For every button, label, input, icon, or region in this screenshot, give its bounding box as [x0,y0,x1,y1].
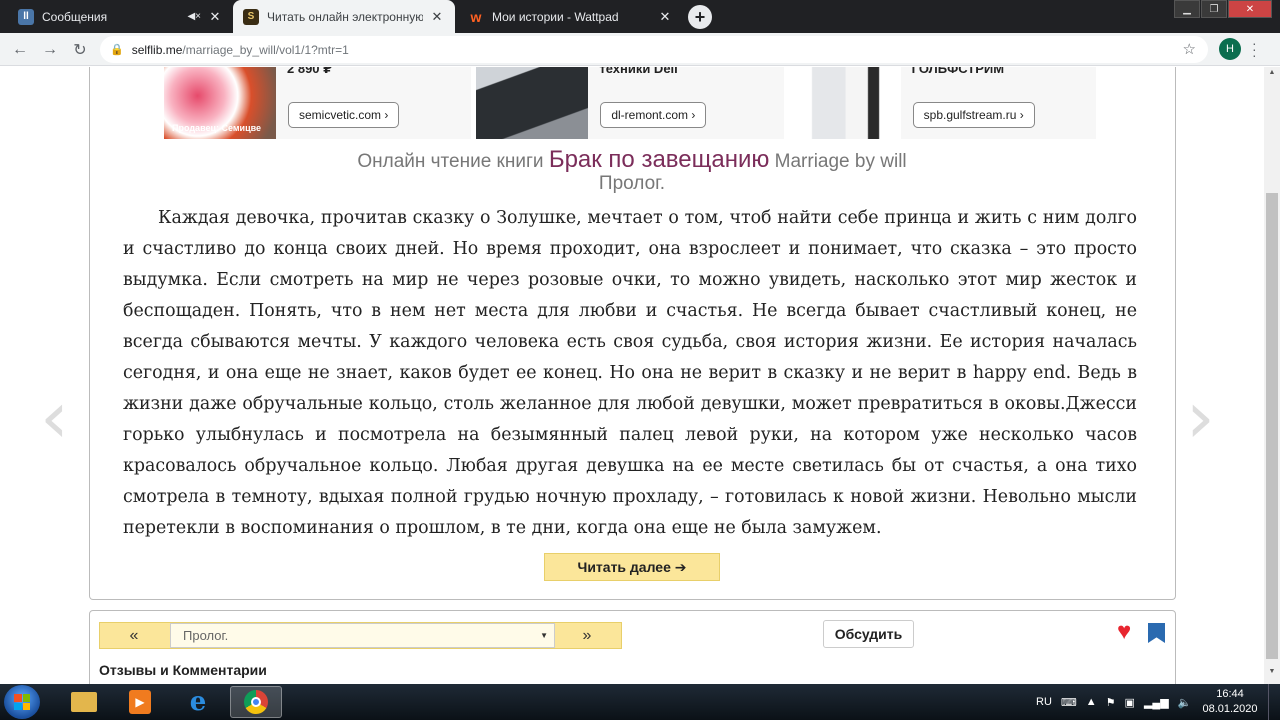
start-button[interactable] [4,685,40,719]
heart-icon[interactable]: ♥ [1117,618,1131,646]
browser-tab-strip: ll Сообщения ◀× ✕ S Читать онлайн электр… [0,0,1280,33]
tab-title: Читать онлайн электронную кн [267,9,423,24]
flag-icon[interactable]: ⚑ [1106,696,1116,709]
chrome-taskbar-item[interactable] [230,686,282,718]
book-text: Каждая девочка, прочитав сказку о Золушк… [123,208,1137,538]
ad-heading: ГОЛЬФСТРИМ [911,67,1005,76]
system-tray: RU ⌨ ▲ ⚑ ▣ ▂▄▆ 🔈 [1036,684,1200,720]
windows-taskbar: ▶ e RU ⌨ ▲ ⚑ ▣ ▂▄▆ 🔈 16:44 08.01.2020 [0,684,1280,720]
language-indicator[interactable]: RU [1036,696,1052,708]
ie-taskbar-item[interactable]: e [172,686,224,718]
page-scrollbar[interactable]: ▲ ▼ [1264,67,1280,684]
chrome-icon [244,690,268,714]
browser-toolbar: ← → ↻ 🔒 selflib.me/marriage_by_will/vol1… [0,33,1280,66]
tab-wattpad[interactable]: w Мои истории - Wattpad ✕ [458,0,683,33]
close-tab-icon[interactable]: ✕ [657,9,673,25]
tab-messages[interactable]: ll Сообщения ◀× ✕ [8,0,233,33]
expand-tray-icon[interactable]: ▲ [1086,696,1097,708]
scrollbar-thumb[interactable] [1266,193,1278,659]
prev-chapter-button[interactable]: « [100,623,168,648]
ad-image [476,67,589,139]
ad-domain-button[interactable]: semicvetic.com › [288,102,400,128]
maximize-icon[interactable]: ❐ [1201,0,1227,18]
explorer-taskbar-item[interactable] [58,686,110,718]
reload-icon[interactable]: ↻ [68,38,92,62]
vk-icon: ll [18,8,34,25]
address-bar[interactable]: 🔒 selflib.me/marriage_by_will/vol1/1?mtr… [100,36,1208,63]
reviews-heading: Отзывы и Комментарии [99,662,267,678]
scroll-down-icon[interactable]: ▼ [1264,668,1280,682]
chapter-navigation: « Пролог. ▼ » [99,622,622,649]
keyboard-icon[interactable]: ⌨ [1061,696,1077,709]
page-viewport: 2 890 ₽ semicvetic.com › Продавец: Семиц… [0,67,1264,684]
internet-explorer-icon: e [189,687,207,717]
original-title: Marriage by will [774,151,907,172]
ad-gulfstream[interactable]: ГОЛЬФСТРИМ spb.gulfstream.ru › [788,67,1096,139]
folder-icon [71,692,97,712]
ad-domain-button[interactable]: dl-remont.com › [600,102,707,128]
window-controls: ▁ ❐ ✕ [1173,0,1272,18]
tab-title: Мои истории - Wattpad [492,9,619,24]
close-window-icon[interactable]: ✕ [1228,0,1272,18]
ad-flowers[interactable]: 2 890 ₽ semicvetic.com › Продавец: Семиц… [164,67,472,139]
chapter-select-value: Пролог. [183,628,229,643]
scroll-up-icon[interactable]: ▲ [1264,69,1280,83]
chapter-title: Пролог. [598,173,666,194]
speaker-muted-icon[interactable]: ◀× [187,11,201,22]
discuss-button[interactable]: Обсудить [823,620,914,648]
close-tab-icon[interactable]: ✕ [207,9,223,25]
chevron-down-icon: ▼ [540,631,548,640]
ad-domain-button[interactable]: spb.gulfstream.ru › [912,102,1035,128]
bookmark-star-icon[interactable]: ☆ [1183,40,1196,58]
selflib-icon: S [243,8,259,25]
clock[interactable]: 16:44 08.01.2020 [1200,687,1260,717]
title-prefix: Онлайн чтение книги [357,151,544,172]
media-player-icon: ▶ [129,690,151,714]
profile-avatar[interactable]: H [1219,38,1241,60]
show-desktop-button[interactable] [1268,684,1280,720]
ad-seller: Продавец: Семицве [172,123,262,133]
tab-title: Сообщения [42,9,108,24]
prev-page-arrow-icon[interactable]: ‹ [40,375,69,459]
tab-selflib[interactable]: S Читать онлайн электронную кн ✕ [233,0,455,33]
next-page-arrow-icon[interactable]: › [1186,375,1215,459]
ad-strip: 2 890 ₽ semicvetic.com › Продавец: Семиц… [164,67,1101,139]
menu-icon[interactable]: · · · [1252,36,1257,62]
network-icon[interactable]: ▂▄▆ [1144,696,1169,709]
clock-date: 08.01.2020 [1202,703,1258,715]
ad-image [788,67,901,139]
new-tab-button[interactable]: + [688,5,712,29]
ad-heading: 2 890 ₽ [287,67,333,76]
forward-icon[interactable]: → [38,38,62,62]
next-chapter-button[interactable]: » [553,623,621,648]
book-title: Брак по завещанию [548,146,770,173]
back-icon[interactable]: ← [8,38,32,62]
url-host: selflib.me [131,42,183,57]
wattpad-icon: w [470,8,482,25]
clock-time: 16:44 [1216,688,1244,700]
device-icon[interactable]: ▣ [1125,696,1135,709]
ad-heading: техники Dell [599,67,678,76]
media-player-taskbar-item[interactable]: ▶ [114,686,166,718]
read-more-button[interactable]: Читать далее ➔ [544,553,720,581]
ad-dell[interactable]: техники Dell dl-remont.com › [476,67,784,139]
url-path: /marriage_by_will/vol1/1?mtr=1 [182,42,349,57]
book-title-line: Онлайн чтение книги Брак по завещанию Ma… [0,146,1264,174]
chapter-select[interactable]: Пролог. ▼ [170,623,555,648]
volume-icon[interactable]: 🔈 [1178,696,1192,709]
lock-icon: 🔒 [110,44,124,56]
close-tab-icon[interactable]: ✕ [429,9,445,25]
minimize-icon[interactable]: ▁ [1174,0,1200,18]
windows-logo-icon [14,694,30,710]
